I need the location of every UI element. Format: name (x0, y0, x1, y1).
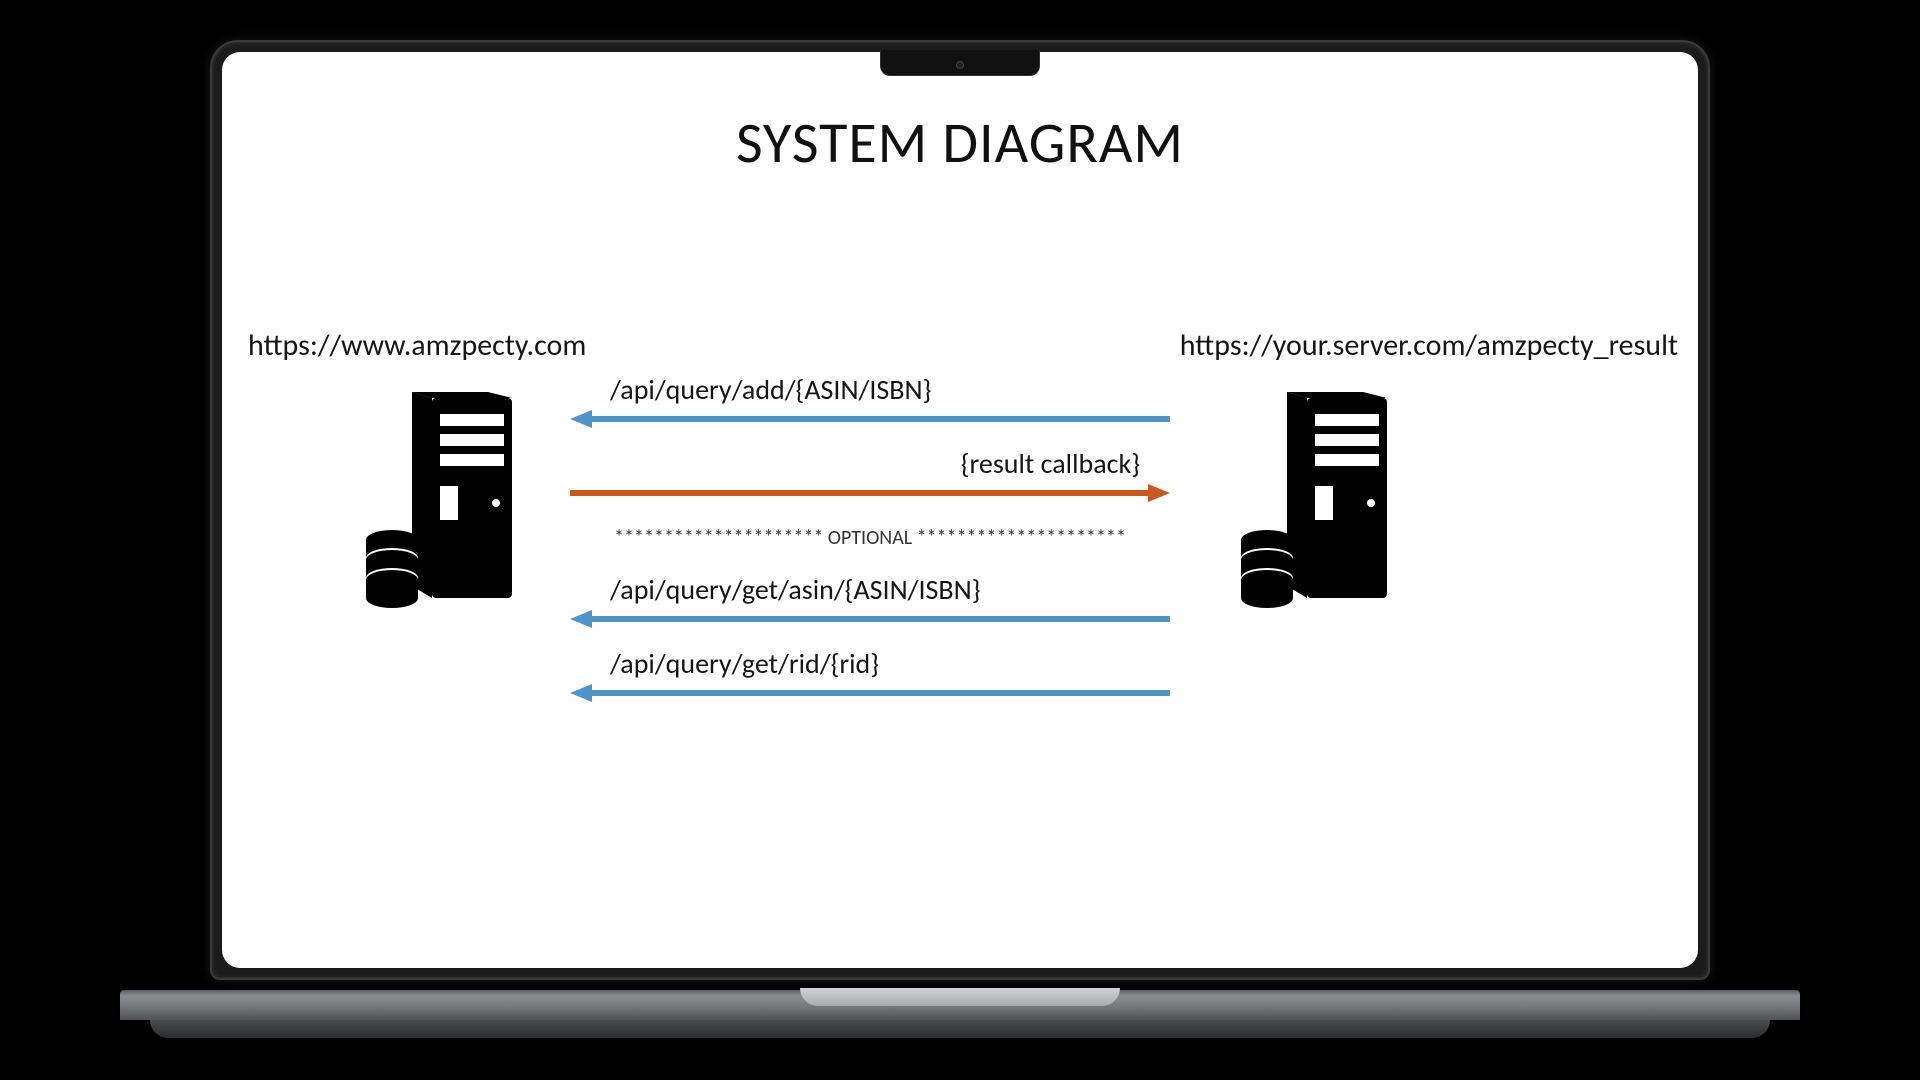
flow-add-query: /api/query/add/{ASIN/ISBN} (570, 372, 1170, 446)
flow-get-asin-label: /api/query/get/asin/{ASIN/ISBN} (610, 572, 981, 607)
camera-notch (880, 50, 1040, 76)
server-icon-right (1237, 392, 1407, 617)
arrow-left-icon (570, 684, 1170, 702)
arrow-left-icon (570, 410, 1170, 428)
flow-callback: {result callback} (570, 446, 1170, 520)
right-server-url: https://your.server.com/amzpecty_result (1180, 327, 1678, 364)
flow-arrows-group: /api/query/add/{ASIN/ISBN} {result callb… (570, 372, 1170, 720)
arrow-left-icon (570, 610, 1170, 628)
arrow-right-icon (570, 484, 1170, 502)
flow-get-asin: /api/query/get/asin/{ASIN/ISBN} (570, 572, 1170, 646)
flow-add-label: /api/query/add/{ASIN/ISBN} (610, 372, 931, 407)
laptop-base (120, 990, 1800, 1040)
screen-content: SYSTEM DIAGRAM https://www.amzpecty.com … (222, 52, 1698, 968)
flow-get-rid: /api/query/get/rid/{rid} (570, 646, 1170, 720)
diagram-title: SYSTEM DIAGRAM (222, 107, 1698, 178)
flow-get-rid-label: /api/query/get/rid/{rid} (610, 646, 879, 681)
server-icon-left (362, 392, 532, 617)
laptop-frame: SYSTEM DIAGRAM https://www.amzpecty.com … (120, 40, 1800, 1040)
left-server-url: https://www.amzpecty.com (248, 327, 586, 364)
flow-callback-label: {result callback} (961, 446, 1140, 481)
optional-divider: ********************* OPTIONAL *********… (570, 520, 1170, 570)
